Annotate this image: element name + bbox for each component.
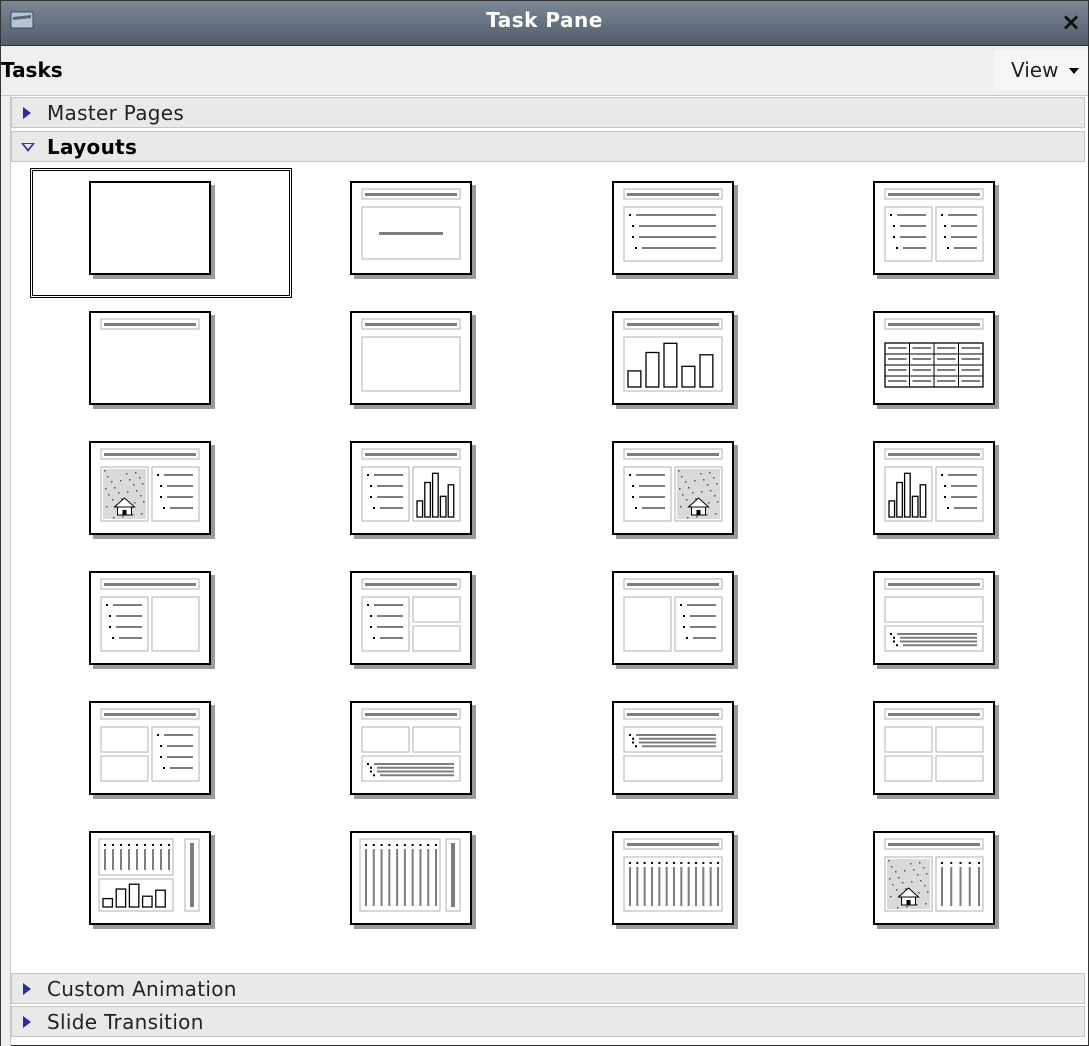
section-custom-animation-label: Custom Animation bbox=[47, 977, 237, 1001]
layout-thumbnail-title-table bbox=[873, 311, 995, 405]
layout-thumbnail-vertical-title-text bbox=[350, 831, 472, 925]
section-layouts[interactable]: Layouts bbox=[11, 131, 1085, 162]
layout-title-text-clipart[interactable] bbox=[553, 428, 815, 558]
view-menu-label: View bbox=[1011, 58, 1059, 82]
expand-arrow-icon bbox=[23, 107, 31, 119]
task-pane-window: Task Pane × Tasks View Master Pages Layo… bbox=[0, 0, 1089, 1046]
layout-title-clipart-vertical-text[interactable] bbox=[814, 818, 1076, 948]
layout-icon bbox=[623, 188, 723, 262]
layout-title-2-content-text[interactable] bbox=[30, 688, 292, 818]
layout-centered-text[interactable] bbox=[291, 298, 553, 428]
layout-title-vertical-text[interactable] bbox=[553, 818, 815, 948]
title-bar[interactable]: Task Pane × bbox=[1, 1, 1088, 46]
layout-thumbnail-title-2-content bbox=[873, 181, 995, 275]
layout-thumbnail-vertical-text-chart bbox=[89, 831, 211, 925]
view-menu-button[interactable]: View bbox=[994, 50, 1088, 90]
layout-thumbnail-title-2-content-over-text bbox=[350, 701, 472, 795]
layouts-grid bbox=[11, 164, 1085, 972]
section-master-pages-label: Master Pages bbox=[47, 101, 185, 125]
layout-title-text-content[interactable] bbox=[30, 558, 292, 688]
layout-title-table[interactable] bbox=[814, 298, 1076, 428]
layout-title-text-2-content[interactable] bbox=[291, 558, 553, 688]
layout-icon bbox=[361, 318, 461, 392]
layout-thumbnail-title-4-content bbox=[873, 701, 995, 795]
layout-thumbnail-title-only bbox=[89, 311, 211, 405]
layout-icon bbox=[361, 448, 461, 522]
layout-thumbnail-title-text-over-content bbox=[612, 701, 734, 795]
layout-icon bbox=[359, 838, 461, 912]
layout-title-2-content[interactable] bbox=[814, 168, 1076, 298]
layout-thumbnail-title-2-content-text bbox=[89, 701, 211, 795]
section-custom-animation[interactable]: Custom Animation bbox=[11, 973, 1085, 1004]
layout-icon bbox=[623, 578, 723, 652]
layout-icon bbox=[623, 708, 723, 782]
layout-thumbnail-title-text-clipart bbox=[612, 441, 734, 535]
tasks-toolbar: Tasks View bbox=[1, 46, 1088, 96]
layout-icon bbox=[100, 448, 200, 522]
layout-thumbnail-title-vertical-text bbox=[612, 831, 734, 925]
layout-title-content-text[interactable] bbox=[553, 558, 815, 688]
layout-thumbnail-title-content-text bbox=[612, 571, 734, 665]
layout-title-clipart-text[interactable] bbox=[30, 428, 292, 558]
layout-icon bbox=[361, 578, 461, 652]
layout-title-only[interactable] bbox=[30, 298, 292, 428]
layout-thumbnail-title-chart bbox=[612, 311, 734, 405]
section-slide-transition[interactable]: Slide Transition bbox=[11, 1006, 1085, 1037]
layout-icon bbox=[884, 188, 984, 262]
layout-thumbnail-title-clipart-vertical-text bbox=[873, 831, 995, 925]
layout-icon bbox=[91, 183, 209, 273]
layout-thumbnail-title-content bbox=[612, 181, 734, 275]
layout-icon bbox=[884, 318, 984, 388]
layout-title-slide[interactable] bbox=[291, 168, 553, 298]
chevron-down-icon bbox=[1069, 68, 1079, 74]
layout-icon bbox=[623, 318, 723, 392]
expand-arrow-icon bbox=[23, 1016, 31, 1028]
layout-thumbnail-title-content-over-text bbox=[873, 571, 995, 665]
layout-icon bbox=[884, 448, 984, 522]
layout-icon bbox=[361, 188, 461, 260]
section-layouts-label: Layouts bbox=[47, 135, 138, 159]
layout-icon bbox=[361, 708, 461, 782]
layout-thumbnail-title-text-content bbox=[89, 571, 211, 665]
layout-icon bbox=[884, 578, 984, 652]
layout-icon bbox=[884, 708, 984, 782]
layout-title-content-over-text[interactable] bbox=[814, 558, 1076, 688]
layout-vertical-title-text[interactable] bbox=[291, 818, 553, 948]
section-master-pages[interactable]: Master Pages bbox=[11, 97, 1085, 128]
close-button[interactable]: × bbox=[1056, 6, 1086, 38]
layout-icon bbox=[884, 838, 984, 912]
window-title: Task Pane bbox=[486, 8, 603, 32]
layout-thumbnail-title-slide bbox=[350, 181, 472, 275]
layout-title-chart[interactable] bbox=[553, 298, 815, 428]
layout-blank[interactable] bbox=[30, 168, 292, 298]
layout-thumbnail-blank bbox=[89, 181, 211, 275]
tasks-label: Tasks bbox=[1, 58, 63, 82]
layout-icon bbox=[100, 318, 200, 330]
pane-left-edge bbox=[1, 96, 11, 1046]
layout-thumbnail-title-text-chart bbox=[350, 441, 472, 535]
layout-icon bbox=[98, 838, 200, 912]
layout-icon bbox=[623, 838, 723, 912]
layout-icon bbox=[623, 448, 723, 522]
layout-thumbnail-centered-text bbox=[350, 311, 472, 405]
layout-thumbnail-title-chart-text bbox=[873, 441, 995, 535]
collapse-arrow-icon bbox=[21, 143, 35, 152]
layout-icon bbox=[100, 578, 200, 652]
layout-vertical-text-chart[interactable] bbox=[30, 818, 292, 948]
layout-icon bbox=[100, 708, 200, 782]
layout-title-text-chart[interactable] bbox=[291, 428, 553, 558]
layout-title-4-content[interactable] bbox=[814, 688, 1076, 818]
layout-title-content[interactable] bbox=[553, 168, 815, 298]
expand-arrow-icon bbox=[23, 983, 31, 995]
section-slide-transition-label: Slide Transition bbox=[47, 1010, 204, 1034]
layout-thumbnail-title-clipart-text bbox=[89, 441, 211, 535]
layout-title-chart-text[interactable] bbox=[814, 428, 1076, 558]
layout-title-2-content-over-text[interactable] bbox=[291, 688, 553, 818]
layout-thumbnail-title-text-2-content bbox=[350, 571, 472, 665]
layout-title-text-over-content[interactable] bbox=[553, 688, 815, 818]
